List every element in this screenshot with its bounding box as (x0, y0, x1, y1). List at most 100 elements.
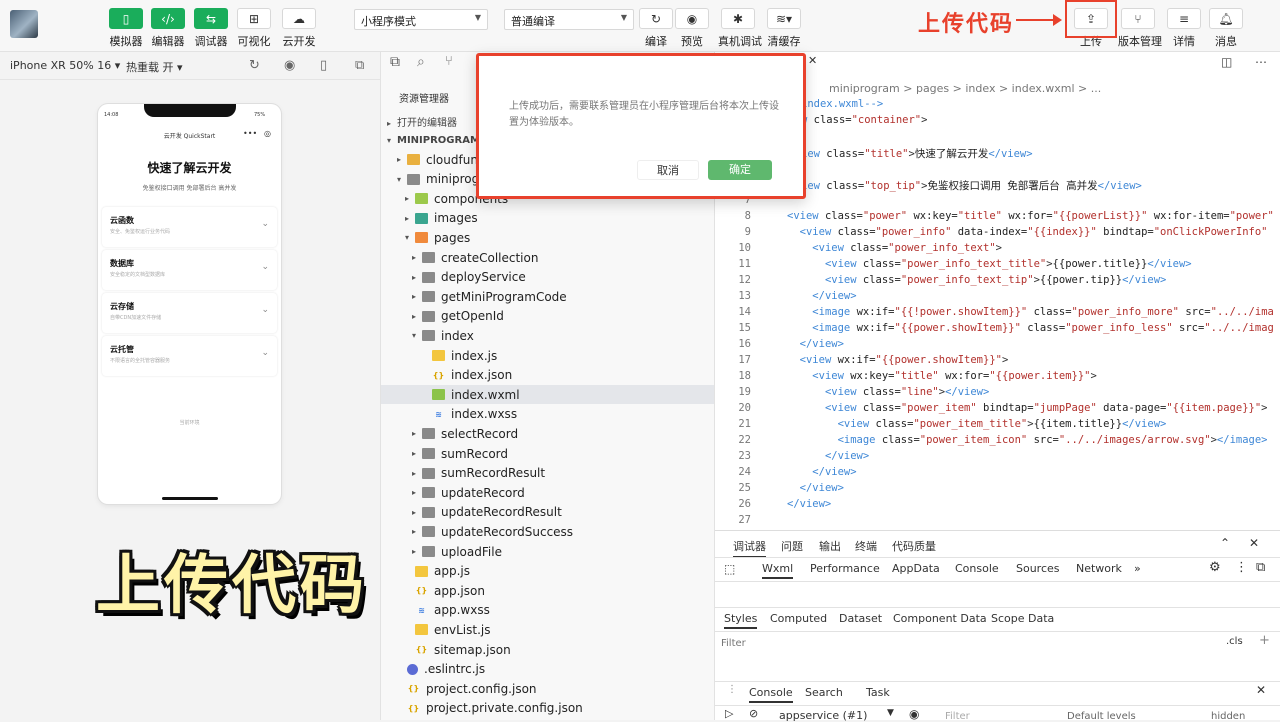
tree-file[interactable]: ≋ app.wxss (381, 601, 714, 620)
context-select[interactable]: appservice (#1) (779, 709, 867, 722)
tree-file[interactable]: {} app.json (381, 581, 714, 600)
cls-toggle[interactable]: .cls (1226, 636, 1243, 647)
tree-file[interactable]: index.wxml (381, 385, 714, 405)
tree-file[interactable]: {} project.private.config.json (381, 699, 714, 718)
debugger-tab-4[interactable]: 代码质量 (892, 538, 936, 554)
tree-file[interactable]: app.js (381, 562, 714, 581)
phone-screen[interactable]: 14:08 75% 云开发 QuickStart ••• ◎ 快速了解云开发 免… (98, 104, 281, 504)
editor-toggle-button[interactable]: ‹/› 编辑器 (148, 8, 188, 49)
code-line[interactable]: iew class="title">快速了解云开发</view> (801, 146, 1033, 161)
code-line[interactable]: <view class="power_info_text_title">{{po… (787, 258, 1192, 270)
more-icon[interactable]: ••• (243, 129, 257, 138)
visual-toggle-button[interactable]: ⊞ 可视化 (234, 8, 274, 49)
avatar[interactable] (10, 10, 38, 38)
more-icon[interactable]: ⋯ (1255, 55, 1267, 69)
tree-file[interactable]: {} sitemap.json (381, 640, 714, 659)
tree-file[interactable]: {} project.config.json (381, 679, 714, 698)
panel-tab-3[interactable]: Console (955, 562, 999, 575)
block-icon[interactable]: ⊘ (749, 707, 758, 720)
project-section[interactable]: ▾ MINIPROGRAM (387, 135, 480, 146)
debugger-tab-2[interactable]: 输出 (819, 538, 841, 554)
feature-card[interactable]: 云托管 不限语言的全托管容器服务 ⌄ (102, 336, 277, 376)
tab-close-icon[interactable]: ✕ (808, 54, 817, 67)
code-line[interactable]: </view> (787, 290, 856, 302)
clear-cache-button[interactable]: ≋▾ 清缓存 (764, 8, 804, 49)
code-line[interactable]: iew class="top_tip">免鉴权接口调用 免部署后台 高并发</v… (801, 178, 1142, 193)
phone-icon[interactable]: ▯ (320, 58, 327, 73)
code-line[interactable]: <view class="power_item_title">{{item.ti… (787, 418, 1167, 430)
code-line[interactable]: index.wxml--> (801, 98, 883, 110)
tree-file[interactable]: envList.js (381, 620, 714, 639)
tree-folder[interactable]: ▸ sumRecord (381, 444, 714, 463)
tree-folder[interactable]: ▸ getMiniProgramCode (381, 287, 714, 306)
open-editors-section[interactable]: ▸ 打开的编辑器 (387, 114, 457, 129)
console-tab-0[interactable]: Console (749, 686, 793, 703)
code-line[interactable]: </view> (787, 450, 869, 462)
window-icon[interactable]: ⧉ (355, 58, 364, 73)
branch-icon[interactable]: ⑂ (445, 54, 453, 69)
code-line[interactable]: </view> (787, 338, 844, 350)
eye-icon[interactable]: ◉ (909, 707, 919, 721)
code-line[interactable]: </view> (787, 482, 844, 494)
preview-button[interactable]: ◉ 预览 (672, 8, 712, 49)
compile-button[interactable]: ↻ 编译 (636, 8, 676, 49)
style-tab-1[interactable]: Computed (770, 612, 827, 625)
tree-file[interactable]: index.js (381, 346, 714, 365)
code-line[interactable]: <image wx:if="{{!power.showItem}}" class… (787, 306, 1274, 318)
sidebar-toggle-icon[interactable]: ▷ (725, 707, 733, 720)
panel-tab-4[interactable]: Sources (1016, 562, 1060, 575)
breadcrumb[interactable]: miniprogram > pages > index > index.wxml… (829, 82, 1101, 95)
tree-folder[interactable]: ▸ uploadFile (381, 542, 714, 561)
details-button[interactable]: ≡ 详情 (1164, 8, 1204, 49)
close-icon[interactable]: ✕ (1249, 536, 1259, 550)
feature-card[interactable]: 云存储 自带CDN加速文件存储 ⌄ (102, 293, 277, 333)
tree-folder[interactable]: ▸ selectRecord (381, 424, 714, 443)
code-line[interactable]: <view class="power_info_text_tip">{{powe… (787, 274, 1166, 286)
files-icon[interactable]: ⧉ (390, 54, 400, 70)
cancel-button[interactable]: 取消 (637, 160, 699, 180)
messages-button[interactable]: 🔔︎ 消息 (1206, 8, 1246, 49)
tree-file[interactable]: .eslintrc.js (381, 660, 714, 679)
compile-select[interactable]: 普通编译 ▼ (504, 9, 634, 30)
debugger-tab-0[interactable]: 调试器 (733, 538, 766, 558)
code-line[interactable]: <view class="power_info_text"> (787, 242, 1002, 254)
gear-icon[interactable]: ⚙ (1209, 560, 1221, 575)
tree-folder[interactable]: ▾ index (381, 326, 714, 345)
style-tab-0[interactable]: Styles (724, 612, 758, 629)
code-line[interactable]: w class="container"> (801, 114, 927, 126)
add-icon[interactable]: + (1259, 633, 1270, 648)
confirm-button[interactable]: 确定 (708, 160, 772, 180)
close-icon[interactable]: ✕ (1256, 683, 1266, 697)
panel-tab-5[interactable]: Network (1076, 562, 1122, 575)
console-tab-1[interactable]: Search (805, 686, 843, 699)
code-line[interactable]: <view class="power" wx:key="title" wx:fo… (787, 210, 1274, 222)
debugger-tab-3[interactable]: 终端 (855, 538, 877, 554)
feature-card[interactable]: 数据库 安全稳定的文档型数据库 ⌄ (102, 250, 277, 290)
cloud-dev-button[interactable]: ☁ 云开发 (279, 8, 319, 49)
kebab-menu-icon[interactable]: ⋮ (1235, 560, 1248, 575)
panel-tab-1[interactable]: Performance (810, 562, 880, 575)
tree-folder[interactable]: ▸ updateRecord (381, 483, 714, 502)
console-filter-input[interactable]: Filter (945, 711, 970, 722)
code-line[interactable]: </view> (787, 498, 831, 510)
stop-icon[interactable]: ◉ (284, 58, 295, 73)
panel-tab-2[interactable]: AppData (892, 562, 940, 575)
code-line[interactable]: </view> (787, 466, 856, 478)
tree-folder[interactable]: ▸ createCollection (381, 248, 714, 267)
debugger-tab-1[interactable]: 问题 (781, 538, 803, 554)
tree-folder[interactable]: ▸ updateRecordSuccess (381, 522, 714, 541)
tree-folder[interactable]: ▸ getOpenId (381, 307, 714, 326)
hot-reload-select[interactable]: 热重载 开 ▾ (126, 59, 183, 75)
code-line[interactable]: <view class="power_item" bindtap="jumpPa… (787, 402, 1268, 414)
collapse-icon[interactable]: ⌃ (1220, 536, 1230, 550)
real-device-debug-button[interactable]: ✱ 真机调试 (718, 8, 762, 49)
search-icon[interactable]: ⌕ (417, 54, 425, 70)
debugger-toggle-button[interactable]: ⇆ 调试器 (191, 8, 231, 49)
code-line[interactable]: <view wx:key="title" wx:for="{{power.ite… (787, 370, 1097, 382)
style-tab-2[interactable]: Dataset (839, 612, 882, 625)
version-manage-button[interactable]: ⑂ 版本管理 (1118, 8, 1162, 49)
mode-select[interactable]: 小程序模式 ▼ (354, 9, 488, 30)
tree-folder[interactable]: ▸ sumRecordResult (381, 464, 714, 483)
code-line[interactable]: <view class="line"></view> (787, 386, 989, 398)
console-tab-2[interactable]: Task (866, 686, 890, 699)
